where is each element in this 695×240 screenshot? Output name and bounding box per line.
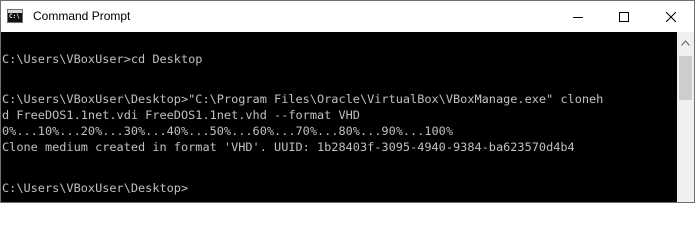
console-line: C:\Users\VBoxUser>cd Desktop (2, 52, 203, 66)
scroll-up-button[interactable] (677, 32, 694, 49)
minimize-button[interactable] (555, 1, 601, 32)
console-line: C:\Users\VBoxUser\Desktop>"C:\Program Fi… (2, 92, 604, 106)
window-title: Command Prompt (33, 9, 131, 23)
console-output[interactable]: C:\Users\VBoxUser>cd Desktop C:\Users\VB… (1, 32, 677, 202)
command-prompt-window: C:\ Command Prompt C:\Users\VBoxUser>cd … (0, 0, 695, 203)
command-prompt-line[interactable]: C:\Users\VBoxUser\Desktop> (2, 180, 188, 196)
minimize-icon (573, 12, 583, 22)
console-line: d FreeDOS1.1net.vdi FreeDOS1.1net.vhd --… (2, 108, 360, 122)
close-button[interactable] (648, 1, 694, 32)
maximize-icon (619, 11, 629, 22)
close-icon (666, 11, 676, 22)
command-prompt-icon[interactable]: C:\ (7, 9, 23, 23)
console-line: Clone medium created in format 'VHD'. UU… (2, 140, 575, 154)
title-bar[interactable]: C:\ Command Prompt (1, 1, 694, 32)
vertical-scrollbar[interactable] (677, 32, 694, 202)
scroll-thumb[interactable] (679, 56, 692, 100)
progress-line: 0%...10%...20%...30%...40%...50%...60%..… (2, 124, 454, 138)
app-icon-text: C:\ (9, 13, 20, 20)
chevron-up-icon (681, 31, 690, 50)
maximize-button[interactable] (601, 1, 647, 32)
